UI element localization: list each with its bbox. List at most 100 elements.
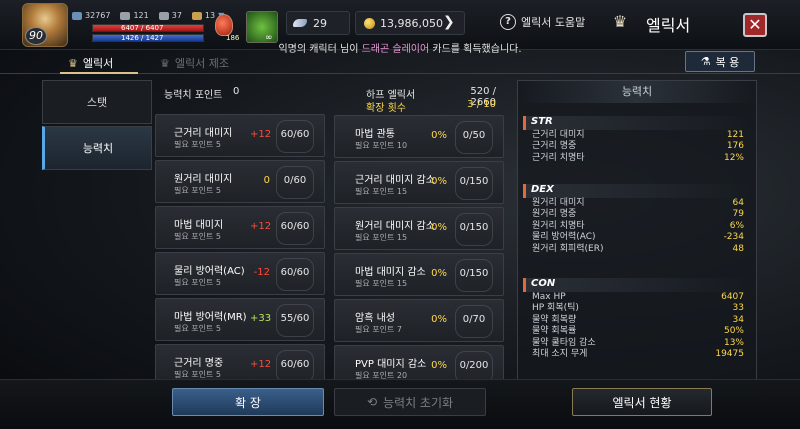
ability-name: 마법 대미지 감소 <box>355 267 426 278</box>
stat-value: 50% <box>723 326 744 337</box>
stat-name: 원거리 명중 <box>532 209 577 220</box>
stat-value: 34 <box>732 314 744 325</box>
ability-name: 원거리 대미지 <box>174 174 233 185</box>
stat-group: CON Max HP 6407 HP 회복(틱) 33 물약 회복량 34 물약 회복률 50%… <box>523 278 752 360</box>
stat-value: 64 <box>732 198 744 208</box>
ability-summary-panel: 능력치 STR 근거리 대미지 121 근거리 명중 176 근거리 치명타 12% DEX 원… <box>517 80 757 380</box>
stat-name: Max HP <box>532 292 566 302</box>
stat-row: 근거리 치명타 12% <box>523 153 752 164</box>
required-points: 필요 포인트 5 <box>174 278 221 287</box>
stat-value: -234 <box>723 232 744 243</box>
required-points: 필요 포인트 5 <box>174 324 221 333</box>
ability-name: 물리 방어력(AC) <box>174 266 245 277</box>
feather-icon <box>293 19 307 27</box>
stat-row: 최대 소지 무게 19475 <box>523 349 752 360</box>
stat-row: 물약 회복률 50% <box>523 326 752 337</box>
restore-button[interactable]: ⚗ 복 용 <box>685 51 755 72</box>
ability-name: 암흑 내성 <box>355 313 395 324</box>
stat-value: 33 <box>732 303 744 314</box>
ability-bonus: +33 <box>250 313 272 324</box>
stat-row: 물약 회복량 34 <box>523 315 752 326</box>
elixir-crest-icon: ♛ <box>612 12 628 31</box>
ability-level: 0/60 <box>283 175 307 186</box>
shield-icon <box>158 11 169 20</box>
ability-level: 0/150 <box>459 176 489 187</box>
stat-name: 근거리 대미지 <box>532 130 585 140</box>
expand-value: 3 / 10 <box>467 99 496 110</box>
ability-card[interactable]: 물리 방어력(AC) 필요 포인트 5 -12 60/60 <box>155 252 325 295</box>
ability-card[interactable]: 마법 관통 필요 포인트 10 0% 0/50 <box>334 115 504 158</box>
ability-level: 60/60 <box>280 129 310 140</box>
ability-name: 근거리 대미지 <box>174 128 233 139</box>
ability-card[interactable]: 마법 대미지 감소 필요 포인트 15 0% 0/150 <box>334 253 504 296</box>
stat-b: 37 <box>158 11 182 20</box>
stat-value: 79 <box>732 209 744 220</box>
question-icon: ? <box>500 14 516 30</box>
ability-bonus: 0% <box>431 222 447 233</box>
sword-icon <box>120 11 131 20</box>
hp-bar: 6407 / 6407 <box>92 24 204 32</box>
stat-row: 원거리 치명타 6% <box>523 221 752 232</box>
ability-bonus: 0% <box>431 176 447 187</box>
crest-icon: ♛ <box>68 56 78 70</box>
help-button[interactable]: ? 엘릭서 도움말 <box>500 14 585 30</box>
required-points: 필요 포인트 7 <box>355 325 402 334</box>
tab-elixir[interactable]: ♛ 엘릭서 <box>68 55 113 71</box>
expand-button[interactable]: 확 장 <box>172 388 324 416</box>
reset-ability-button[interactable]: ⟲ 능력치 초기화 <box>334 388 486 416</box>
ability-card[interactable]: 마법 대미지 필요 포인트 5 +12 60/60 <box>155 206 325 249</box>
stat-name: 근거리 명중 <box>532 141 577 152</box>
stat-a: 121 <box>120 11 149 20</box>
close-button[interactable]: ✕ <box>743 13 767 37</box>
stat-row: Max HP 6407 <box>523 292 752 303</box>
active-tab-indicator <box>60 72 138 74</box>
stat-group-title: STR <box>523 116 752 130</box>
required-points: 필요 포인트 5 <box>174 232 221 241</box>
ability-bonus: 0% <box>431 360 447 371</box>
stat-value: 13% <box>723 337 744 348</box>
stat-group-title: CON <box>523 278 752 292</box>
expand-label: 확장 횟수 <box>366 103 406 114</box>
stat-row: 원거리 명중 79 <box>523 209 752 220</box>
stat-row: 원거리 회피력(ER) 48 <box>523 244 752 255</box>
buff-leaf-icon[interactable] <box>246 11 278 43</box>
panel-title: 능력치 <box>518 81 756 103</box>
ability-card[interactable]: 근거리 대미지 감소 필요 포인트 15 0% 0/150 <box>334 161 504 204</box>
potion-icon[interactable] <box>215 14 233 36</box>
required-points: 필요 포인트 5 <box>174 186 221 195</box>
stat-name: 원거리 대미지 <box>532 198 585 208</box>
nav-ability[interactable]: 능력치 <box>42 126 152 170</box>
ability-name: 마법 방어력(MR) <box>174 312 247 323</box>
elixir-status-button[interactable]: 엘릭서 현황 <box>572 388 712 416</box>
required-points: 필요 포인트 15 <box>355 187 408 196</box>
ability-name: 마법 관통 <box>355 129 395 140</box>
stat-name: HP 회복(틱) <box>532 303 579 314</box>
ability-bonus: +12 <box>250 129 272 140</box>
ability-card[interactable]: 원거리 대미지 감소 필요 포인트 15 0% 0/150 <box>334 207 504 250</box>
required-points: 필요 포인트 10 <box>355 141 408 150</box>
stat-value: 121 <box>726 130 744 140</box>
tab-elixir-craft[interactable]: ♛ 엘릭서 제조 <box>160 55 229 71</box>
required-points: 필요 포인트 15 <box>355 279 408 288</box>
gold-coin-icon <box>364 17 375 29</box>
ability-card[interactable]: 암흑 내성 필요 포인트 7 0% 0/70 <box>334 299 504 342</box>
stat-name: 원거리 회피력(ER) <box>532 243 604 254</box>
stat-value: 176 <box>726 141 744 152</box>
ability-card[interactable]: 마법 방어력(MR) 필요 포인트 5 +33 55/60 <box>155 298 325 341</box>
stat-name: 물리 방어력(AC) <box>532 232 596 243</box>
hp-text: 6407 / 6407 <box>121 24 164 32</box>
points-value: 0 <box>233 86 240 97</box>
currency-expand-arrow-icon[interactable]: ❯ <box>443 14 455 30</box>
stat-value: 19475 <box>715 348 744 359</box>
ability-card[interactable]: 근거리 대미지 필요 포인트 5 +12 60/60 <box>155 114 325 157</box>
stat-name: 물약 회복률 <box>532 326 577 337</box>
stat-row: 근거리 명중 176 <box>523 141 752 152</box>
ability-card[interactable]: 원거리 대미지 필요 포인트 5 0 0/60 <box>155 160 325 203</box>
nav-stat[interactable]: 스탯 <box>42 80 152 124</box>
stat-row: 물약 쿨타임 감소 13% <box>523 338 752 349</box>
stat-value: 48 <box>732 243 744 254</box>
flask-icon: ⚗ <box>700 55 711 68</box>
ability-level: 0/50 <box>462 130 486 141</box>
ability-bonus: 0 <box>263 175 270 186</box>
ability-bonus: +12 <box>250 221 272 232</box>
